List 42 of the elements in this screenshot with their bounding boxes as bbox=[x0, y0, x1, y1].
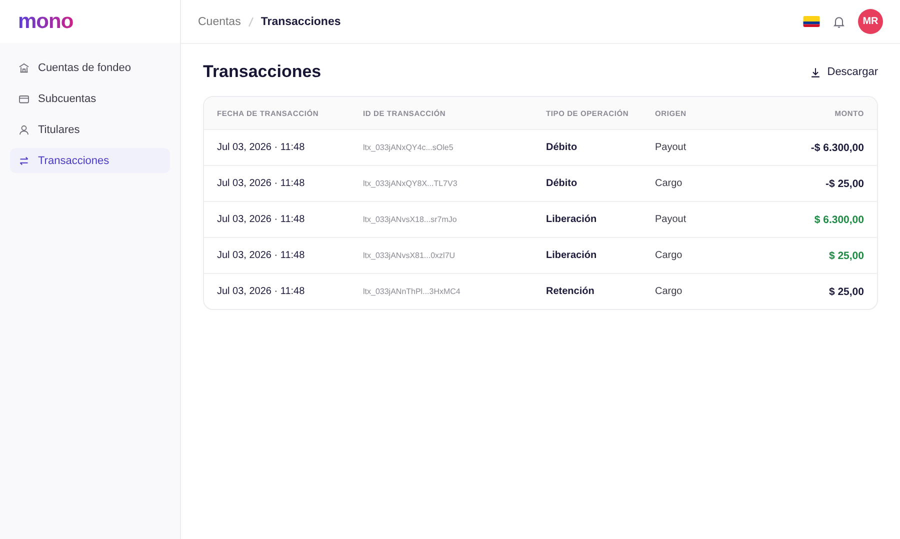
page-title: Transacciones bbox=[203, 62, 322, 82]
table-cell-text: Cargo bbox=[655, 250, 684, 261]
table-cell-text: Débito bbox=[546, 178, 578, 189]
flag-icon[interactable] bbox=[803, 16, 820, 27]
download-icon bbox=[810, 66, 822, 78]
table-cell-text: ltx_033jANvsX18...sr7mJo bbox=[363, 215, 458, 224]
table-cell-text: Cargo bbox=[655, 178, 684, 189]
table-cell-text: -$ 25,00 bbox=[824, 178, 864, 190]
user-avatar[interactable]: MR bbox=[858, 9, 883, 34]
breadcrumb-link[interactable]: Cuentas bbox=[198, 16, 241, 28]
table-cell-text: Retención bbox=[546, 286, 596, 297]
bank-icon bbox=[18, 62, 30, 74]
download-button[interactable]: Descargar bbox=[810, 64, 878, 80]
table-cell-text: Jul 03, 2026 · 11:48 bbox=[217, 286, 306, 297]
sidebar-item[interactable]: Subcuentas bbox=[10, 86, 170, 111]
wallet-icon bbox=[18, 92, 30, 104]
table-cell-text: Payout bbox=[655, 214, 688, 225]
table-cell-text: Jul 03, 2026 · 11:48 bbox=[217, 214, 306, 225]
bell-icon[interactable] bbox=[832, 14, 846, 28]
breadcrumb-separator-icon bbox=[248, 16, 254, 26]
table-cell-text: Débito bbox=[546, 142, 578, 153]
transfer-icon bbox=[18, 154, 30, 166]
table-cell-text: ltx_033jANxQY8X...TL7V3 bbox=[363, 179, 458, 188]
table-cell-text: Jul 03, 2026 · 11:48 bbox=[217, 142, 306, 153]
user-icon bbox=[18, 124, 30, 136]
sidebar-item[interactable]: Transacciones bbox=[10, 148, 170, 173]
breadcrumb-link[interactable]: Transacciones bbox=[260, 16, 341, 28]
table-cell-text: $ 25,00 bbox=[828, 250, 864, 262]
table-cell-text: ltx_033jANxQY4c...sOle5 bbox=[363, 143, 454, 152]
table-cell-text: Jul 03, 2026 · 11:48 bbox=[217, 178, 306, 189]
table-cell-text: Cargo bbox=[655, 286, 684, 297]
sidebar-item[interactable]: Cuentas de fondeo bbox=[10, 55, 170, 80]
table-cell-text: ltx_033jANvsX81...0xzl7U bbox=[363, 251, 456, 260]
table-cell-text: $ 6.300,00 bbox=[813, 214, 864, 226]
table-cell-text: ltx_033jANnThPl...3HxMC4 bbox=[363, 287, 462, 296]
table-cell-text: Liberación bbox=[546, 214, 598, 225]
table-cell-text: -$ 6.300,00 bbox=[810, 142, 864, 154]
table-cell-text: Jul 03, 2026 · 11:48 bbox=[217, 250, 306, 261]
table-cell-text: Liberación bbox=[546, 250, 598, 261]
table-cell-text: $ 25,00 bbox=[828, 286, 864, 298]
table-cell-text: Payout bbox=[655, 142, 688, 153]
sidebar-item[interactable]: Titulares bbox=[10, 117, 170, 142]
